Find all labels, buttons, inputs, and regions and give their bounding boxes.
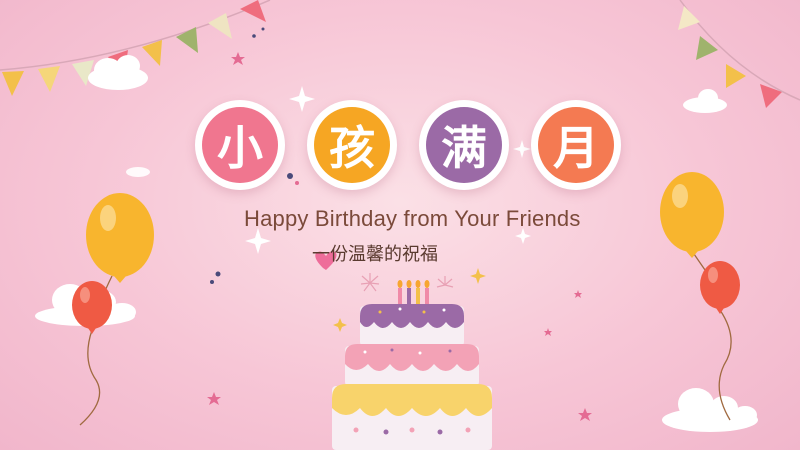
cloud-icon [88,55,148,90]
cloud-icon [662,388,758,432]
title-char: 小 [202,107,278,183]
firework-icon [436,276,454,288]
title-char-circle: 满 [419,100,509,190]
title-row: 小 孩 满 月 [195,100,625,196]
candle-icon [397,280,430,306]
title-char: 满 [426,107,502,183]
balloon-icon [72,281,112,426]
title-char: 月 [538,107,614,183]
title-char: 孩 [314,107,390,183]
cloud-icon [126,167,150,177]
subtitle-english: Happy Birthday from Your Friends [244,206,581,231]
firework-icon [360,273,380,292]
title-char-circle: 孩 [307,100,397,190]
cloud-icon [683,89,727,113]
bunting-flags-icon [678,0,800,108]
title-char-circle: 月 [531,100,621,190]
subtitle-chinese: 一份温馨的祝福 [312,244,438,265]
title-char-circle: 小 [195,100,285,190]
birthday-cake-icon [332,280,492,450]
